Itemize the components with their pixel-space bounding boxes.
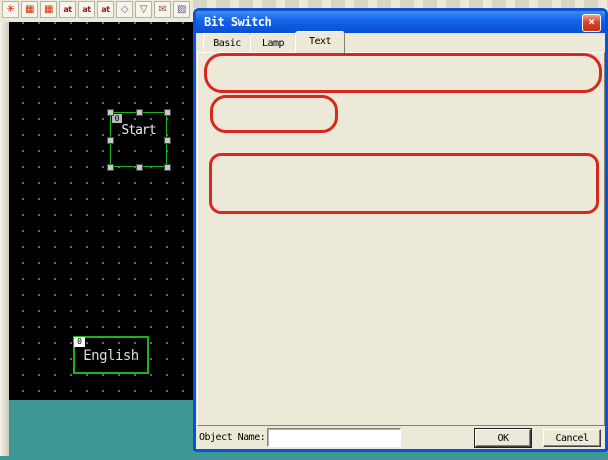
comment-list-1-icon[interactable]: at — [59, 1, 76, 18]
selection-handle[interactable] — [136, 109, 143, 116]
object-id-badge: 0 — [74, 337, 85, 347]
screen: ✳ ▦ ▦ at at at ◇ ▽ ✉ ▨ 0 Start — [0, 0, 608, 460]
text-tab-page — [197, 52, 605, 426]
tab-text[interactable]: Text — [295, 31, 345, 55]
english-switch-object[interactable]: 0 English — [73, 336, 149, 374]
screen-canvas[interactable]: 0 Start 0 English — [9, 22, 193, 400]
selection-handle[interactable] — [164, 164, 171, 171]
dialog-title: Bit Switch — [204, 11, 271, 33]
screen-new-icon[interactable]: ✳ — [2, 1, 19, 18]
comment-list-2-icon[interactable]: at — [78, 1, 95, 18]
main-toolbar: ✳ ▦ ▦ at at at ◇ ▽ ✉ ▨ — [0, 0, 193, 22]
close-icon[interactable]: × — [582, 14, 601, 32]
start-object-label: Start — [111, 123, 166, 138]
ok-button[interactable]: OK — [475, 429, 531, 447]
selection-handle[interactable] — [107, 164, 114, 171]
screen-copy-icon[interactable]: ▦ — [21, 1, 38, 18]
object-name-input[interactable] — [267, 428, 401, 447]
template-icon[interactable]: ▨ — [173, 1, 190, 18]
toolbar-disabled-strip — [193, 0, 608, 8]
object-name-label: Object Name: — [199, 432, 265, 444]
figure-diamond-icon[interactable]: ◇ — [116, 1, 133, 18]
selection-handle[interactable] — [107, 137, 114, 144]
desktop-below-dialog — [193, 452, 608, 460]
dialog-titlebar[interactable]: Bit Switch × — [196, 11, 605, 33]
english-object-label: English — [75, 348, 147, 364]
cancel-button[interactable]: Cancel — [543, 429, 601, 447]
selection-handle[interactable] — [164, 137, 171, 144]
start-switch-object[interactable]: 0 Start — [110, 112, 167, 167]
screen-paste-icon[interactable]: ▦ — [40, 1, 57, 18]
selection-handle[interactable] — [164, 109, 171, 116]
bit-switch-dialog: Bit Switch × Basic Lamp Text Text Type: … — [193, 8, 608, 452]
library-icon[interactable]: ✉ — [154, 1, 171, 18]
comment-list-3-icon[interactable]: at — [97, 1, 114, 18]
left-panel-edge — [0, 22, 9, 456]
parts-flask-icon[interactable]: ▽ — [135, 1, 152, 18]
selection-handle[interactable] — [107, 109, 114, 116]
editor-workspace: 0 Start 0 English — [0, 22, 193, 460]
selection-handle[interactable] — [136, 164, 143, 171]
